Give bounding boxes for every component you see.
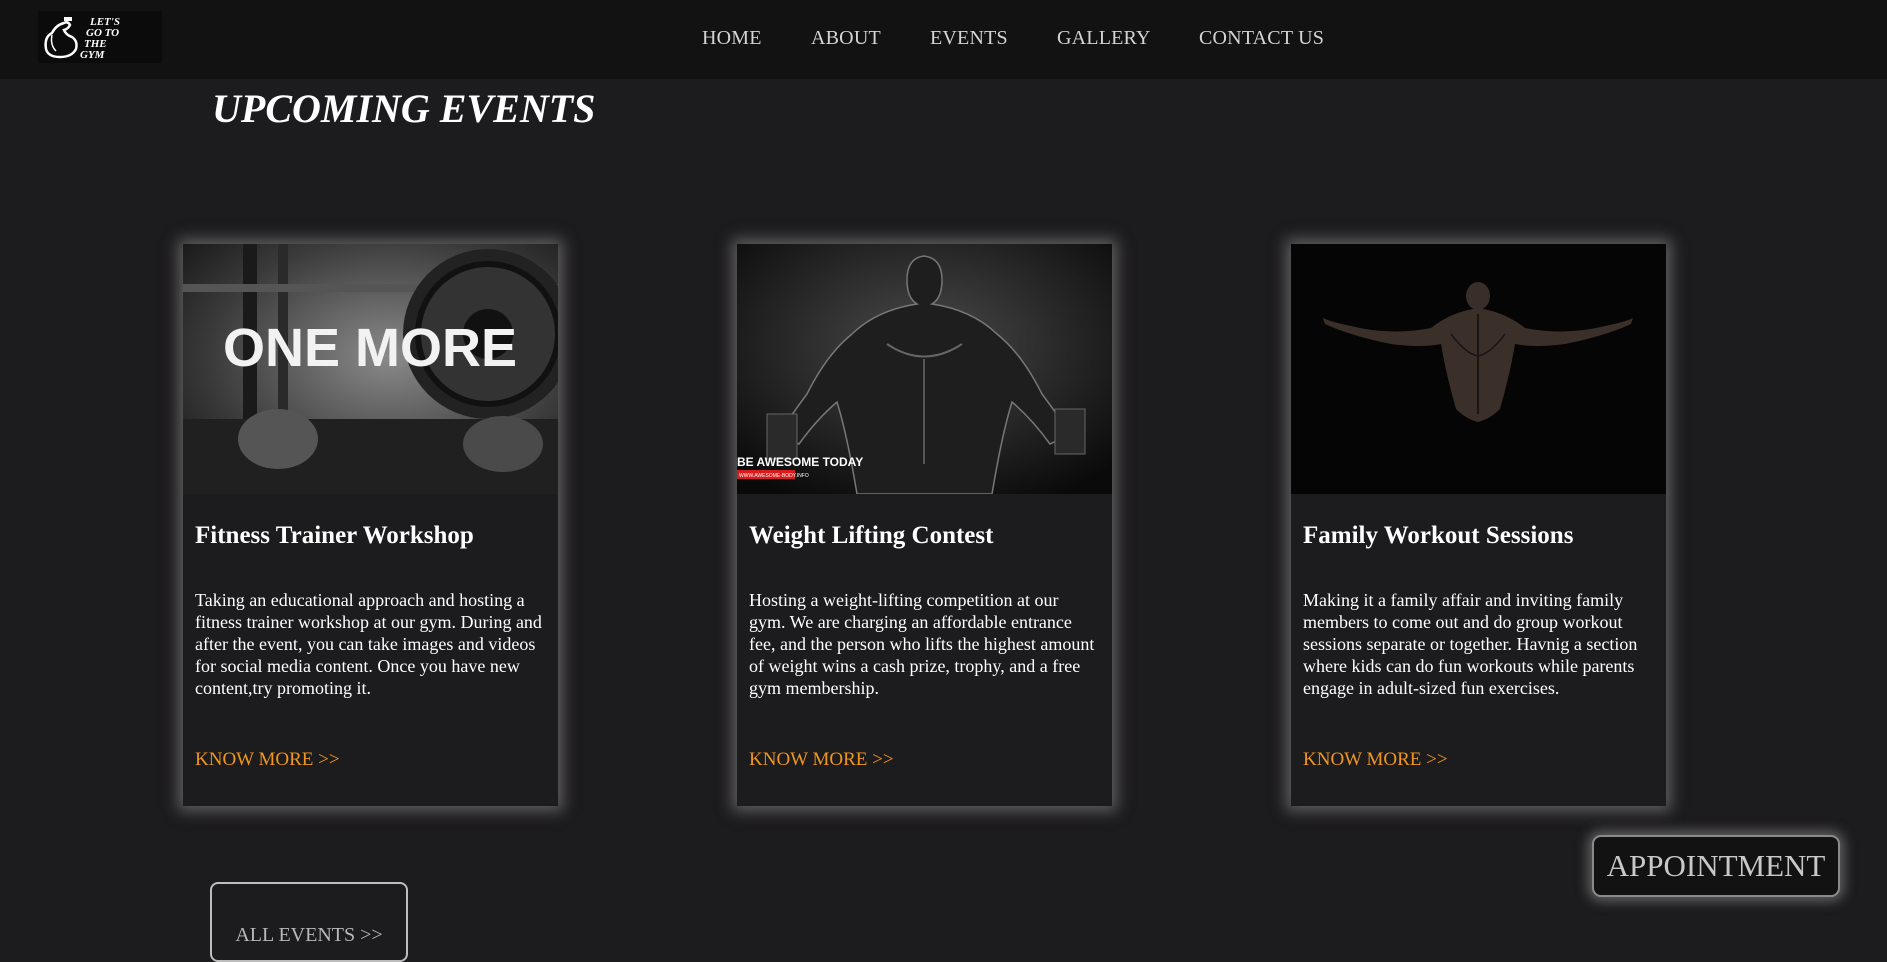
nav-gallery-link[interactable]: GALLERY xyxy=(1057,27,1151,50)
nav-about-link[interactable]: ABOUT xyxy=(811,27,881,50)
nav-events-link[interactable]: EVENTS xyxy=(930,27,1008,50)
event-card-fitness-trainer-workshop: ONE MORE Fitness Trainer Workshop Taking… xyxy=(183,244,558,806)
event-description: Taking an educational approach and hosti… xyxy=(195,590,542,698)
event-title: Weight Lifting Contest xyxy=(749,522,994,549)
event-description: Making it a family affair and inviting f… xyxy=(1303,590,1638,698)
nav-contact-link[interactable]: CONTACT US xyxy=(1199,27,1324,50)
event-image xyxy=(1291,244,1666,494)
nav-home-link[interactable]: HOME xyxy=(702,27,762,50)
event-image: ONE MORE xyxy=(183,244,558,494)
main-nav: HOME ABOUT EVENTS GALLERY CONTACT US xyxy=(0,0,1887,79)
event-title: Fitness Trainer Workshop xyxy=(195,522,474,549)
appointment-button[interactable]: APPOINTMENT xyxy=(1592,835,1840,897)
all-events-button[interactable]: ALL EVENTS >> xyxy=(210,882,408,962)
event-image-text: ONE MORE xyxy=(223,318,517,378)
event-title: Family Workout Sessions xyxy=(1303,522,1574,549)
event-image: BE AWESOME TODAY WWW.AWESOME-BODY.INFO xyxy=(737,244,1112,494)
know-more-link[interactable]: KNOW MORE >> xyxy=(749,749,894,771)
event-card-weight-lifting-contest: BE AWESOME TODAY WWW.AWESOME-BODY.INFO W… xyxy=(737,244,1112,806)
event-image-subtext: WWW.AWESOME-BODY.INFO xyxy=(739,473,809,479)
event-image-text: BE AWESOME TODAY xyxy=(737,455,863,469)
know-more-link[interactable]: KNOW MORE >> xyxy=(195,749,340,771)
page-title: UPCOMING EVENTS xyxy=(212,86,596,131)
navbar: LET'S GO TO THE GYM HOME ABOUT EVENTS GA… xyxy=(0,0,1887,79)
event-card-family-workout-sessions: Family Workout Sessions Making it a fami… xyxy=(1291,244,1666,806)
event-description: Hosting a weight-lifting competition at … xyxy=(749,590,1095,698)
know-more-link[interactable]: KNOW MORE >> xyxy=(1303,749,1448,771)
